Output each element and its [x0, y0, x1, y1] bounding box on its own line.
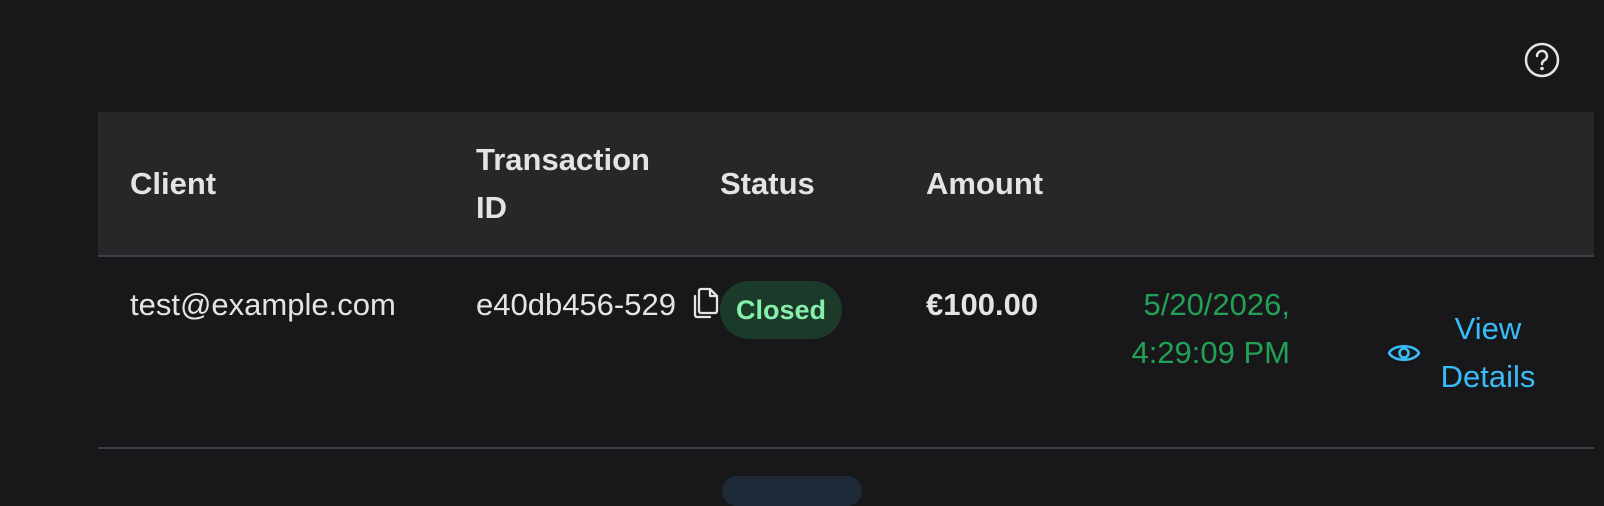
transactions-table-container: Client Transaction ID Status Amount test…	[98, 112, 1594, 449]
help-button[interactable]	[1524, 42, 1560, 78]
client-cell: test@example.com	[98, 256, 476, 448]
next-row-status-badge-partial	[722, 476, 862, 506]
header-actions	[1326, 112, 1594, 256]
header-amount: Amount	[926, 165, 1044, 201]
header-status: Status	[720, 165, 815, 201]
transaction-id-value: e40db456-529	[476, 287, 676, 322]
view-details-link[interactable]: View Details	[1386, 305, 1538, 401]
amount-cell: €100.00	[926, 256, 1116, 448]
table-row: test@example.com e40db456-529 Closed €10…	[98, 256, 1594, 448]
status-badge: Closed	[720, 281, 843, 339]
amount-value: €100.00	[926, 287, 1039, 322]
actions-cell: View Details	[1326, 256, 1594, 448]
status-cell: Closed	[720, 256, 926, 448]
eye-icon	[1387, 344, 1421, 362]
header-date	[1116, 112, 1326, 256]
client-email: test@example.com	[130, 287, 396, 322]
copy-icon[interactable]	[692, 286, 720, 320]
transaction-id-cell: e40db456-529	[476, 256, 720, 448]
transaction-date: 5/20/2026, 4:29:09 PM	[1131, 287, 1290, 370]
date-cell: 5/20/2026, 4:29:09 PM	[1116, 256, 1326, 448]
view-details-label: View Details	[1440, 311, 1536, 394]
header-client: Client	[130, 165, 217, 201]
transactions-table: Client Transaction ID Status Amount test…	[98, 112, 1594, 449]
question-circle-icon	[1524, 42, 1560, 78]
header-transaction-id: Transaction ID	[476, 112, 720, 256]
header-transaction-id-label: Transaction ID	[476, 141, 650, 225]
table-header-row: Client Transaction ID Status Amount	[98, 112, 1594, 256]
